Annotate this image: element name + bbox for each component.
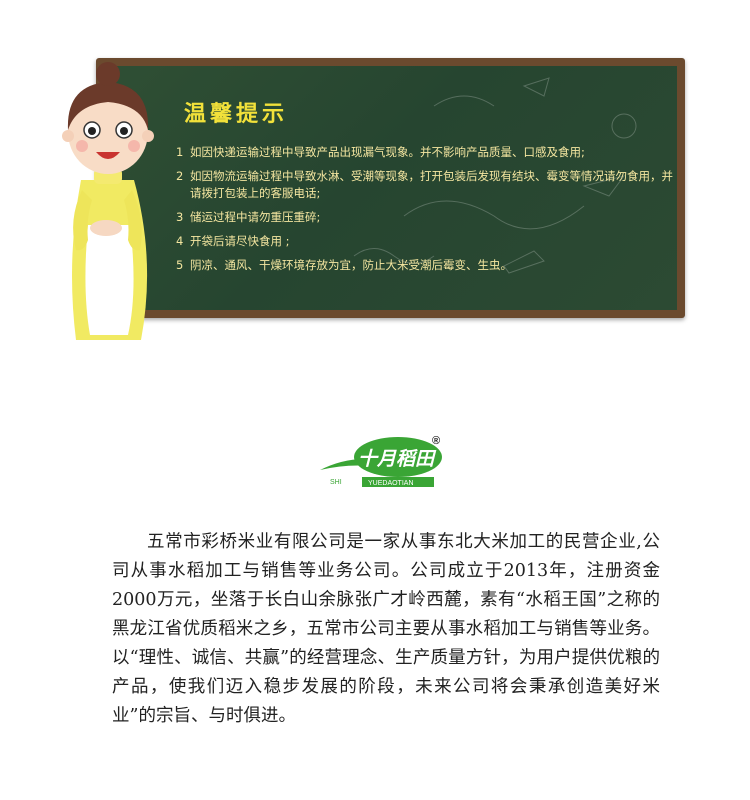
notice-tip: 5 阴凉、通风、干燥环境存放为宜，防止大米受潮后霉变、生虫。 (176, 257, 676, 274)
chalkboard-surface: 温馨提示 1 如因快递运输过程中导致产品出现漏气现象。并不影响产品质量、口感及食… (104, 66, 677, 310)
tip-number: 1 (176, 145, 184, 159)
notice-tip: 1 如因快递运输过程中导致产品出现漏气现象。并不影响产品质量、口感及食用; (176, 144, 676, 161)
tip-text: 阴凉、通风、干燥环境存放为宜，防止大米受潮后霉变、生虫。 (190, 258, 512, 272)
tip-text: 开袋后请尽快食用 ; (190, 234, 290, 248)
tip-text: 如因快递运输过程中导致产品出现漏气现象。并不影响产品质量、口感及食用; (190, 145, 585, 159)
notice-tips-list: 1 如因快递运输过程中导致产品出现漏气现象。并不影响产品质量、口感及食用; 2 … (176, 144, 676, 281)
tip-number: 5 (176, 258, 184, 272)
tip-text: 如因物流运输过程中导致水淋、受潮等现象，打开包装后发现有结块、霉变等情况请勿食用… (190, 169, 673, 200)
registered-trademark-icon: ® (432, 435, 440, 447)
tip-number: 3 (176, 210, 184, 224)
brand-logo-graphic: 十月稻田 SHI YUEDAOTIAN ® (320, 435, 442, 487)
logo-wordmark: 十月稻田 (358, 448, 437, 470)
mascot-figure-illustration (62, 62, 154, 340)
tip-number: 4 (176, 234, 184, 248)
chalkboard-notice: 温馨提示 1 如因快递运输过程中导致产品出现漏气现象。并不影响产品质量、口感及食… (96, 58, 685, 318)
logo-sub-yuedaotian: YUEDAOTIAN (368, 480, 414, 487)
notice-title: 温馨提示 (184, 102, 289, 127)
logo-sub-shi: SHI (330, 479, 342, 486)
brand-logo: 十月稻田 SHI YUEDAOTIAN ® (318, 430, 448, 492)
notice-tip: 3 储运过程中请勿重压重碎; (176, 209, 676, 226)
notice-tip: 4 开袋后请尽快食用 ; (176, 233, 676, 250)
company-introduction: 五常市彩桥米业有限公司是一家从事东北大米加工的民营企业,公司从事水稻加工与销售等… (112, 532, 660, 726)
tip-text: 储运过程中请勿重压重碎; (190, 210, 321, 224)
notice-tip: 2 如因物流运输过程中导致水淋、受潮等现象，打开包装后发现有结块、霉变等情况请勿… (176, 168, 676, 202)
tip-number: 2 (176, 169, 184, 183)
